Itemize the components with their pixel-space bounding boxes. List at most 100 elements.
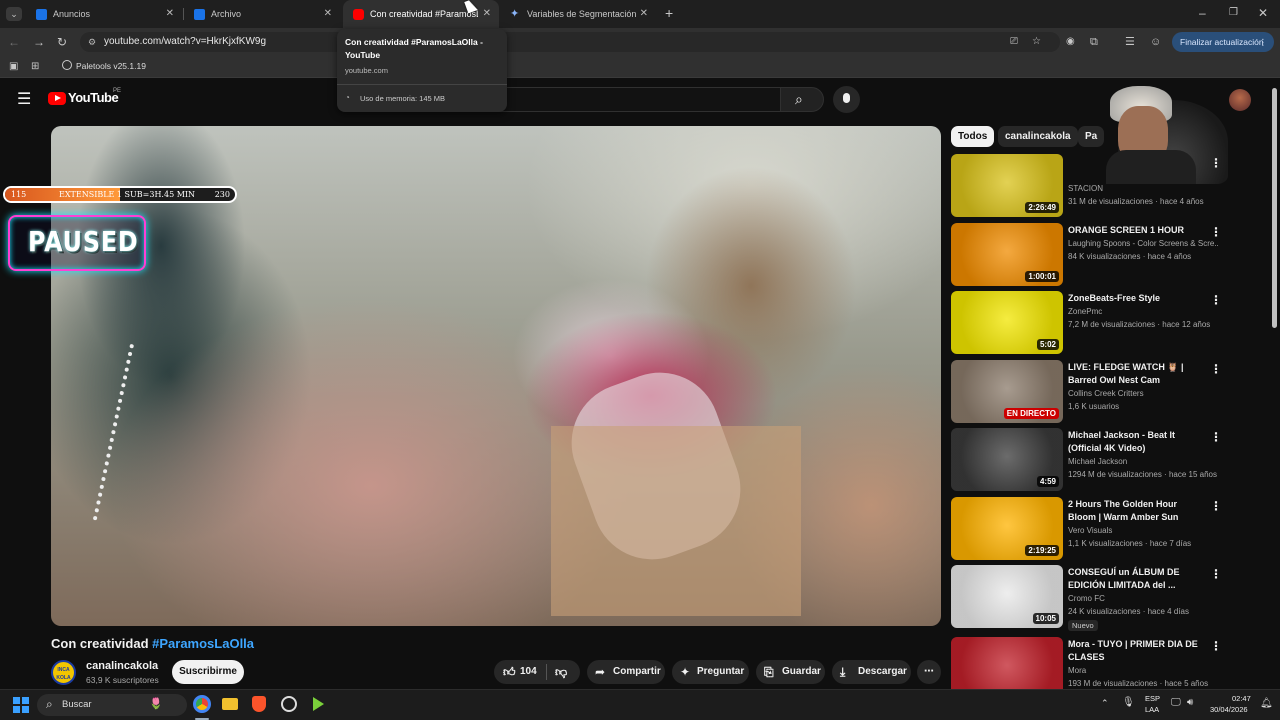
address-bar[interactable]: ⚙ youtube.com/watch?v=HkrKjxfKW9g ⎚ ☆ (80, 32, 1060, 52)
network-icon[interactable]: 🖵 (1171, 697, 1181, 708)
tray-chevron-icon[interactable]: ⌃ (1101, 698, 1109, 709)
tab-search-icon[interactable]: ⌄ (6, 7, 22, 21)
recommendation-item[interactable]: 4:59 Michael Jackson - Beat It (Official … (951, 428, 1231, 492)
tab-archivo[interactable]: Archivo ✕ (184, 0, 340, 28)
video-thumbnail[interactable]: 2:19:25 (951, 497, 1063, 560)
user-avatar[interactable] (1229, 89, 1251, 111)
finish-update-button[interactable]: Finalizar actualización ⋮ (1172, 32, 1274, 52)
taskbar-search[interactable]: ⌕ Buscar 🌷 (37, 694, 187, 716)
video-hashtag-link[interactable]: #ParamosLaOlla (152, 636, 254, 651)
profile-icon[interactable]: ☺ (1150, 35, 1161, 49)
like-icon[interactable]: 👍︎ (503, 660, 516, 684)
more-actions-button[interactable]: ⋯ (917, 660, 941, 684)
video-thumbnail[interactable]: 1:00:01 (951, 223, 1063, 286)
recommendation-item[interactable]: 2:26:49 STACION 31 M de visualizaciones · … (951, 154, 1231, 218)
video-thumbnail[interactable]: 4:59 (951, 428, 1063, 491)
recommendation-channel[interactable]: Laughing Spoons - Color Screens & Scre..… (1068, 239, 1218, 248)
windows-start-icon[interactable] (13, 697, 29, 713)
ask-button[interactable]: ✦ Preguntar (672, 660, 749, 684)
recommendation-channel[interactable]: Cromo FC (1068, 594, 1218, 603)
puzzle-icon[interactable]: ⧉ (1090, 35, 1098, 49)
more-options-icon[interactable]: ⋮ (1210, 293, 1222, 307)
voice-search-button[interactable] (833, 86, 860, 113)
more-options-icon[interactable]: ⋮ (1210, 362, 1222, 376)
obs-icon[interactable] (281, 696, 297, 712)
video-thumbnail[interactable]: 2:26:49 (951, 154, 1063, 217)
file-explorer-icon[interactable] (222, 698, 238, 710)
apps-grid-icon[interactable]: ⊞ (31, 60, 39, 74)
youtube-logo-icon[interactable] (48, 92, 66, 105)
like-count[interactable]: 104 (520, 660, 537, 684)
window-close-icon[interactable]: ✕ (1258, 6, 1268, 20)
recommendation-item[interactable]: 10:05 CONSEGUÍ un ÁLBUM DE EDICIÓN LIMITA… (951, 565, 1231, 631)
chip-more[interactable]: Pa (1078, 126, 1105, 147)
sidebar-toggle-icon[interactable]: ▣ (9, 60, 18, 74)
dislike-icon[interactable]: 👎︎ (555, 660, 567, 684)
recommendation-item[interactable]: EN DIRECTO LIVE: FLEDGE WATCH 🦉 | Barred … (951, 360, 1231, 424)
more-options-icon[interactable]: ⋮ (1210, 156, 1222, 170)
more-options-icon[interactable]: ⋮ (1210, 567, 1222, 581)
search-button[interactable]: ⌕ (780, 87, 824, 112)
reading-list-icon[interactable]: ☰ (1125, 35, 1135, 49)
chip-todos[interactable]: Todos (951, 126, 995, 147)
hamburger-menu-icon[interactable]: ☰ (17, 89, 31, 109)
share-button[interactable]: ➦ Compartir (587, 660, 665, 684)
close-icon[interactable]: ✕ (324, 8, 332, 19)
notifications-icon[interactable]: 🔔︎ (1260, 698, 1273, 709)
recommendation-item[interactable]: 2:19:25 2 Hours The Golden Hour Bloom | W… (951, 497, 1231, 561)
volume-icon[interactable]: 🔊︎ (1187, 697, 1193, 708)
search-input[interactable] (490, 87, 780, 112)
subscribe-button[interactable]: Suscribirme (172, 660, 244, 684)
download-button[interactable]: ⤓ Descargar (832, 660, 911, 684)
site-info-icon[interactable]: ⚙ (88, 32, 96, 52)
more-options-icon[interactable]: ⋮ (1210, 225, 1222, 239)
recommendation-channel[interactable]: Michael Jackson (1068, 457, 1218, 466)
minimize-icon[interactable]: – (1199, 6, 1206, 20)
more-options-icon[interactable]: ⋮ (1210, 499, 1222, 513)
chip-channel[interactable]: canalincakola (998, 126, 1078, 147)
tab-variables[interactable]: ✦ Variables de Segmentación de l ✕ (500, 0, 656, 28)
chrome-icon[interactable] (193, 695, 211, 713)
brave-icon[interactable] (252, 696, 266, 712)
recommendation-title[interactable]: ZoneBeats-Free Style (1068, 292, 1206, 305)
close-icon[interactable]: ✕ (483, 8, 491, 19)
forward-icon[interactable]: → (33, 35, 45, 49)
streaming-app-icon[interactable] (313, 697, 324, 711)
clock-time[interactable]: 02:47 (1232, 694, 1251, 703)
clock-date[interactable]: 30/04/2026 (1210, 705, 1248, 714)
channel-name[interactable]: canalincakola (86, 660, 158, 672)
language-top[interactable]: ESP (1145, 694, 1160, 703)
recommendation-channel[interactable]: STACION (1068, 184, 1218, 193)
reload-icon[interactable]: ↻ (57, 35, 67, 49)
recommendation-channel[interactable]: Mora (1068, 666, 1218, 675)
tab-anuncios[interactable]: Anuncios ✕ (26, 0, 182, 28)
save-button[interactable]: ⎘ Guardar (756, 660, 825, 684)
video-thumbnail[interactable]: 10:05 (951, 565, 1063, 628)
more-options-icon[interactable]: ⋮ (1210, 639, 1222, 653)
more-options-icon[interactable]: ⋮ (1210, 430, 1222, 444)
recommendation-channel[interactable]: ZonePmc (1068, 307, 1218, 316)
close-icon[interactable]: ✕ (166, 8, 174, 19)
bookmark-paletools[interactable]: Paletools v25.1.19 (76, 61, 146, 71)
cast-icon[interactable]: ⎚ (1010, 32, 1018, 52)
menu-dots-icon[interactable]: ⋮ (1259, 32, 1268, 52)
video-thumbnail[interactable]: EN DIRECTO (951, 360, 1063, 423)
recommendation-title[interactable]: CONSEGUÍ un ÁLBUM DE EDICIÓN LIMITADA de… (1068, 566, 1206, 592)
language-bottom[interactable]: LAA (1145, 705, 1159, 714)
page-scrollbar[interactable] (1272, 88, 1277, 328)
recommendation-title[interactable]: Mora - TUYO | PRIMER DIA DE CLASES (1068, 638, 1206, 664)
recommendation-channel[interactable]: Collins Creek Critters (1068, 389, 1218, 398)
channel-avatar[interactable]: INCA KOLA (51, 660, 76, 685)
recommendation-title[interactable]: LIVE: FLEDGE WATCH 🦉 | Barred Owl Nest C… (1068, 361, 1206, 387)
recommendation-item[interactable]: 5:02 ZoneBeats-Free Style ZonePmc 7,2 M de … (951, 291, 1231, 355)
recommendation-channel[interactable]: Vero Visuals (1068, 526, 1218, 535)
recommendation-item[interactable]: 1:00:01 ORANGE SCREEN 1 HOUR Laughing Spoo… (951, 223, 1231, 287)
mic-tray-icon[interactable]: 🎙︎ (1122, 697, 1135, 708)
recommendation-title[interactable]: 2 Hours The Golden Hour Bloom | Warm Amb… (1068, 498, 1206, 524)
recommendation-title[interactable]: ORANGE SCREEN 1 HOUR (1068, 224, 1206, 237)
new-tab-icon[interactable]: + (665, 6, 673, 20)
video-thumbnail[interactable]: 5:02 (951, 291, 1063, 354)
close-icon[interactable]: ✕ (640, 8, 648, 19)
youtube-logo-text[interactable]: YouTube (68, 90, 119, 105)
restore-icon[interactable]: ❐ (1229, 6, 1238, 20)
